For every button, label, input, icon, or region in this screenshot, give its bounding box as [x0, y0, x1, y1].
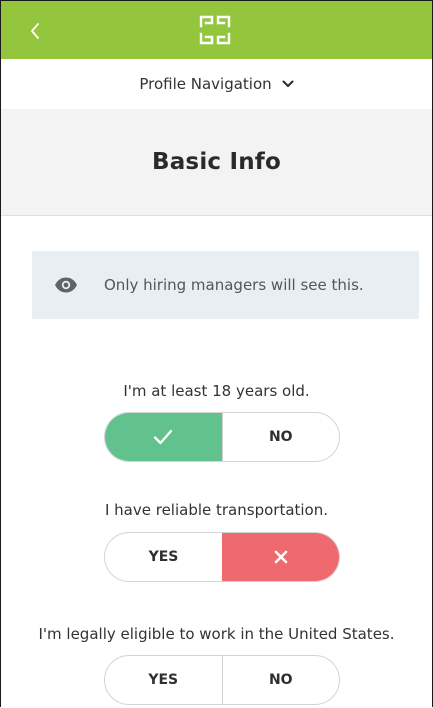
age-no-button[interactable]: NO	[221, 413, 340, 461]
age-yes-button[interactable]	[105, 413, 222, 461]
question-label-eligibility: I'm legally eligible to work in the Unit…	[38, 625, 395, 643]
visibility-notice-text: Only hiring managers will see this.	[104, 276, 364, 294]
toggle-age: NO	[104, 412, 340, 462]
eye-icon	[55, 277, 77, 293]
check-icon	[154, 429, 173, 445]
top-bar	[1, 1, 432, 59]
profile-navigation-dropdown[interactable]: Profile Navigation	[1, 59, 432, 110]
visibility-notice: Only hiring managers will see this.	[32, 251, 419, 319]
profile-navigation-label: Profile Navigation	[139, 75, 272, 93]
toggle-eligibility: YES NO	[104, 655, 340, 705]
eligibility-yes-button[interactable]: YES	[105, 656, 222, 704]
question-label-age: I'm at least 18 years old.	[123, 382, 310, 400]
chevron-down-icon	[282, 80, 294, 87]
section-header: Basic Info	[1, 109, 432, 216]
app-frame: Profile Navigation Basic Info Only hirin…	[0, 0, 433, 707]
question-label-transportation: I have reliable transportation.	[104, 501, 329, 519]
x-icon	[274, 550, 287, 564]
age-no-label: NO	[268, 429, 293, 445]
eligibility-no-label: NO	[268, 672, 293, 688]
eligibility-yes-label: YES	[148, 672, 179, 688]
app-logo-icon	[199, 15, 231, 45]
transportation-no-button[interactable]	[222, 533, 339, 581]
chevron-left-icon	[31, 23, 39, 39]
back-button[interactable]	[23, 17, 47, 45]
toggle-transportation: YES	[104, 532, 340, 582]
transportation-yes-label: YES	[148, 549, 179, 565]
transportation-yes-button[interactable]: YES	[105, 533, 222, 581]
section-title: Basic Info	[151, 149, 281, 175]
eligibility-no-button[interactable]: NO	[221, 656, 340, 704]
